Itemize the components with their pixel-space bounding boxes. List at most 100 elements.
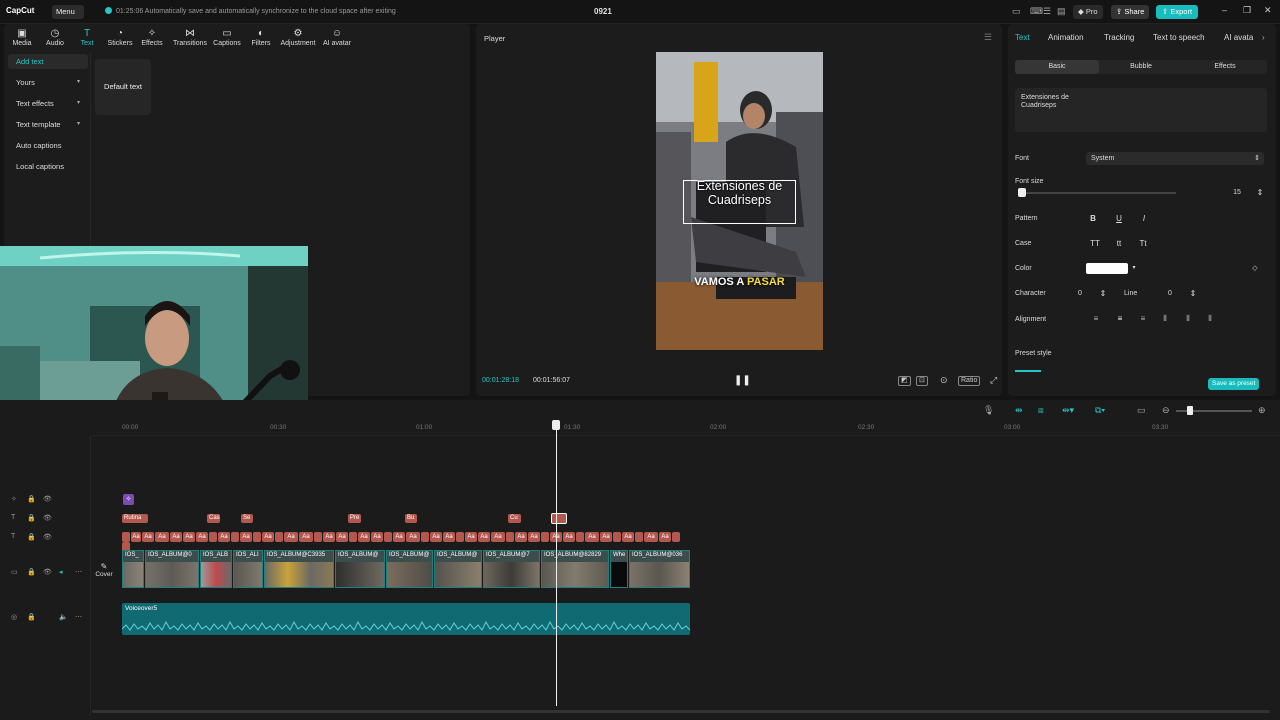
caption-clip[interactable]: [456, 532, 464, 542]
eye-icon[interactable]: 👁: [43, 495, 52, 503]
caption-track-icon[interactable]: ▭: [1137, 405, 1146, 416]
caption-clip[interactable]: Aa: [131, 532, 141, 542]
video-clip[interactable]: IOS_ALBUM@036: [629, 550, 690, 588]
caption-clip[interactable]: Aa: [336, 532, 348, 542]
subtab-effects[interactable]: Effects: [1183, 60, 1267, 74]
caption-clip[interactable]: [672, 532, 680, 542]
tab-audio[interactable]: ◷ Audio: [37, 28, 73, 47]
caption-clip[interactable]: Aa: [170, 532, 182, 542]
vertical-top-icon[interactable]: ⦀: [1160, 314, 1170, 324]
tab-stickers[interactable]: ◔ Stickers: [102, 28, 138, 47]
tab-media[interactable]: ▣ Media: [4, 28, 40, 47]
fullscreen-icon[interactable]: ⤢: [988, 376, 999, 385]
caption-clip[interactable]: [421, 532, 429, 542]
shortcut-icon[interactable]: ☰: [1043, 6, 1051, 17]
text-clip[interactable]: Se: [241, 514, 253, 523]
italic-button[interactable]: I: [1137, 212, 1151, 225]
video-preview[interactable]: Extensiones de Cuadriseps VAMOS A PASAR: [656, 52, 823, 350]
lock-icon[interactable]: 🔒: [27, 495, 36, 503]
eye-icon[interactable]: 👁: [43, 533, 52, 541]
subtab-basic[interactable]: Basic: [1015, 60, 1099, 74]
caption-clip[interactable]: Aa: [622, 532, 634, 542]
caption-clip[interactable]: Aa: [585, 532, 599, 542]
caption-clip[interactable]: [314, 532, 322, 542]
tab-captions[interactable]: ▭ Captions: [209, 28, 245, 47]
microphone-icon[interactable]: 🎙: [983, 405, 994, 416]
caption-clip[interactable]: Aa: [644, 532, 658, 542]
caption-clip[interactable]: [541, 532, 549, 542]
caption-clip[interactable]: [253, 532, 261, 542]
stepper-icon[interactable]: ⇕: [1096, 287, 1110, 300]
preview-axis-icon[interactable]: ⧉▾: [1095, 405, 1105, 416]
tab-transitions[interactable]: ⋈ Transitions: [172, 28, 208, 47]
caption-clip[interactable]: [275, 532, 283, 542]
video-clip[interactable]: IOS_ALBUM@82829: [541, 550, 609, 588]
share-button[interactable]: ⇪ Share: [1111, 5, 1150, 19]
video-clip[interactable]: IOS_ALBUM@: [386, 550, 433, 588]
caption-clip[interactable]: [231, 532, 239, 542]
more-icon[interactable]: ⋯: [75, 568, 82, 576]
titlecase-button[interactable]: Tt: [1136, 237, 1150, 250]
caption-clip[interactable]: Aa: [600, 532, 612, 542]
zoom-in-icon[interactable]: ⊕: [1258, 405, 1266, 416]
menu-button[interactable]: Menu: [52, 5, 84, 19]
caption-clip[interactable]: [635, 532, 643, 542]
slider-handle[interactable]: [1018, 188, 1026, 197]
align-right-icon[interactable]: ≡: [1138, 314, 1148, 323]
caption-clip[interactable]: Aa: [491, 532, 505, 542]
video-clip[interactable]: IOS_ALBUM@: [335, 550, 385, 588]
sidebar-item-add-text[interactable]: Add text: [8, 54, 88, 69]
effect-clip[interactable]: ✧: [123, 494, 134, 505]
tab-effects[interactable]: ✧ Effects: [134, 28, 170, 47]
font-size-value[interactable]: 15: [1222, 186, 1252, 199]
vertical-center-icon[interactable]: ⦀: [1183, 314, 1193, 324]
caption-clip[interactable]: Aa: [515, 532, 527, 542]
video-clip[interactable]: IOS_ALI: [233, 550, 263, 588]
project-title[interactable]: 0921: [594, 7, 612, 16]
tab-text[interactable]: T Text: [69, 28, 105, 47]
align-left-icon[interactable]: ≡: [1091, 314, 1101, 323]
caption-clip[interactable]: [349, 532, 357, 542]
sidebar-item-text-effects[interactable]: Text effects ▾: [8, 96, 88, 111]
text-clip[interactable]: Cu: [508, 514, 521, 523]
keyframe-icon[interactable]: ◇: [1248, 262, 1262, 275]
subtab-bubble[interactable]: Bubble: [1099, 60, 1183, 74]
stepper-icon[interactable]: ⇕: [1186, 287, 1200, 300]
caption-clip[interactable]: Aa: [443, 532, 455, 542]
tab-text-to-speech[interactable]: Text to speech: [1153, 33, 1205, 42]
zoom-out-icon[interactable]: ⊖: [1162, 405, 1170, 416]
close-icon[interactable]: ✕: [1264, 5, 1272, 16]
caption-clip[interactable]: Aa: [659, 532, 671, 542]
text-clip[interactable]: Bu: [405, 514, 417, 523]
link-clips-icon[interactable]: ⇹: [1015, 405, 1023, 416]
tab-adjustment[interactable]: ⚙ Adjustment: [280, 28, 316, 47]
sidebar-item-local-captions[interactable]: Local captions: [8, 159, 88, 174]
lock-icon[interactable]: 🔒: [27, 613, 36, 621]
tab-ai-avatar[interactable]: ☺ AI avatar: [319, 28, 355, 47]
save-as-preset-button[interactable]: Save as preset: [1208, 378, 1260, 390]
vertical-bottom-icon[interactable]: ⦀: [1205, 314, 1215, 324]
video-clip[interactable]: IOS_ALBUM@C3935: [264, 550, 334, 588]
tab-tracking[interactable]: Tracking: [1104, 33, 1134, 42]
caption-clip[interactable]: Aa: [284, 532, 298, 542]
video-clip[interactable]: IOS_: [122, 550, 144, 588]
tab-text-inspector[interactable]: Text: [1015, 33, 1030, 42]
quality-icon[interactable]: ⊡: [916, 376, 928, 386]
layout-icon[interactable]: ▤: [1057, 6, 1066, 17]
sidebar-item-text-template[interactable]: Text template ▾: [8, 117, 88, 132]
pause-icon[interactable]: ❚❚: [734, 375, 751, 386]
text-clip[interactable]: Pre: [348, 514, 361, 523]
more-icon[interactable]: ⋯: [75, 613, 82, 621]
bold-button[interactable]: B: [1086, 212, 1100, 225]
align-center-icon[interactable]: ≡: [1115, 314, 1125, 323]
caption-clip[interactable]: Aa: [155, 532, 169, 542]
chevron-right-icon[interactable]: ›: [1262, 33, 1265, 42]
caption-clip[interactable]: Aa: [430, 532, 442, 542]
text-clip[interactable]: Cas: [207, 514, 220, 523]
snap-icon[interactable]: ⧈: [1038, 405, 1044, 416]
caption-clip[interactable]: Aa: [218, 532, 230, 542]
caption-clip[interactable]: [576, 532, 584, 542]
line-spacing-input[interactable]: 0: [1156, 287, 1184, 300]
character-spacing-input[interactable]: 0: [1066, 287, 1094, 300]
maximize-icon[interactable]: ❐: [1243, 5, 1251, 16]
